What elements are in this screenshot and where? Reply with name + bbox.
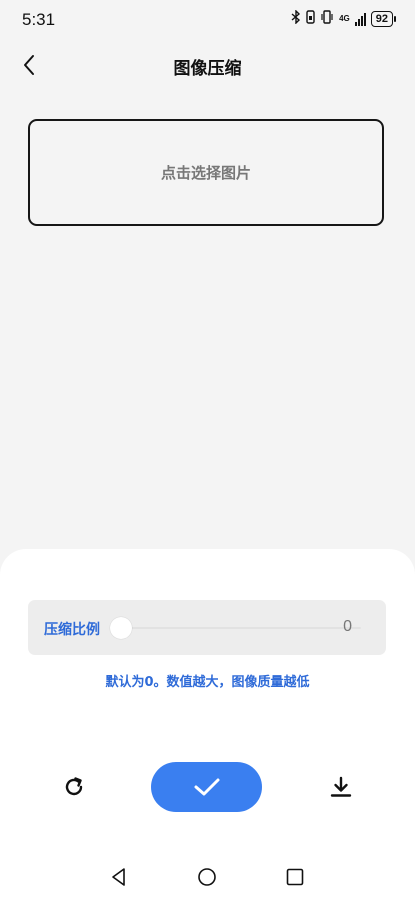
battery-indicator: 92 — [370, 10, 397, 27]
compression-hint: 默认为0。数值越大，图像质量越低 — [105, 675, 310, 690]
refresh-button[interactable] — [60, 773, 88, 801]
page-title: 图像压缩 — [173, 59, 242, 79]
vibrate-icon — [320, 10, 334, 27]
signal-icon — [354, 12, 366, 26]
image-picker-button[interactable]: 点击选择图片 — [28, 119, 384, 226]
app-header: 图像压缩 — [0, 40, 415, 92]
refresh-icon — [65, 777, 83, 796]
status-icons: 4G 92 — [291, 9, 397, 27]
status-time: 5:31 — [22, 10, 56, 29]
compression-slider-card: 压缩比例 0 — [28, 600, 386, 655]
compression-value: 0 — [343, 618, 352, 635]
nav-back-button[interactable] — [109, 867, 131, 889]
compression-label: 压缩比例 — [44, 622, 100, 638]
circle-home-icon — [198, 868, 216, 886]
download-icon — [330, 776, 352, 797]
confirm-button[interactable] — [151, 762, 262, 812]
bottom-sheet: 压缩比例 0 默认为0。数值越大，图像质量越低 — [0, 549, 415, 900]
download-button[interactable] — [327, 773, 355, 801]
compression-slider-track[interactable] — [119, 627, 361, 629]
sim-icon — [306, 10, 315, 27]
image-picker-label: 点击选择图片 — [160, 164, 251, 182]
check-icon — [194, 778, 219, 796]
triangle-back-icon — [112, 868, 125, 886]
nav-recents-button[interactable] — [285, 867, 307, 889]
nav-home-button[interactable] — [197, 867, 219, 889]
system-nav-bar — [0, 850, 415, 900]
status-bar: 5:31 4G 92 — [0, 0, 415, 40]
bluetooth-icon — [291, 9, 301, 27]
network-type-label: 4G — [339, 14, 350, 23]
square-recents-icon — [286, 868, 304, 886]
compression-slider-thumb[interactable] — [110, 617, 132, 639]
